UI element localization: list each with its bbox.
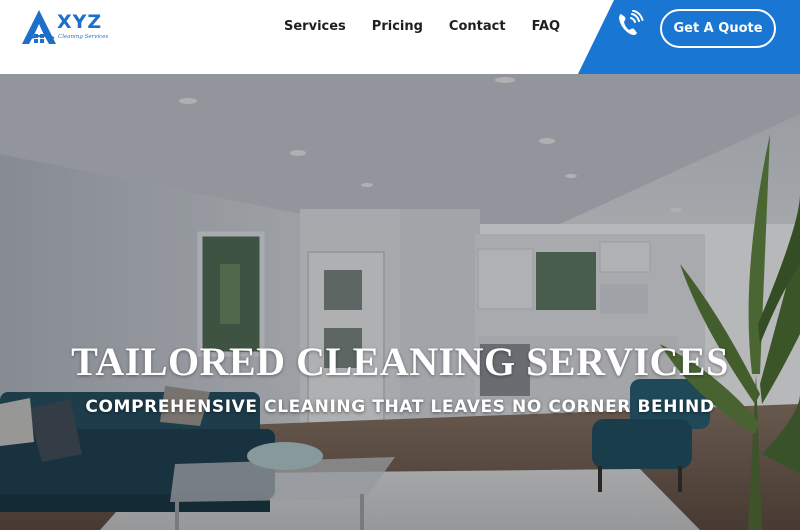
hero-section: TAILORED CLEANING SERVICES COMPREHENSIVE… — [0, 74, 800, 530]
site-header: XYZ Cleaning Services Services Pricing C… — [0, 0, 800, 74]
hero-dim-overlay — [0, 74, 800, 530]
main-nav: Services Pricing Contact FAQ — [270, 17, 560, 37]
brand-tagline: Cleaning Services — [58, 34, 109, 40]
nav-faq[interactable]: FAQ — [532, 17, 561, 37]
hero-title: TAILORED CLEANING SERVICES — [71, 339, 729, 384]
hero-subtitle: COMPREHENSIVE CLEANING THAT LEAVES NO CO… — [85, 397, 715, 417]
get-a-quote-button[interactable]: Get A Quote — [660, 9, 776, 48]
nav-contact[interactable]: Contact — [449, 17, 506, 37]
brand-logo[interactable]: XYZ Cleaning Services — [20, 8, 110, 48]
phone-ringing-icon[interactable] — [616, 9, 646, 38]
nav-services[interactable]: Services — [284, 17, 346, 37]
brand-name: XYZ — [57, 11, 103, 33]
house-logo-icon — [22, 10, 56, 44]
nav-pricing[interactable]: Pricing — [372, 17, 423, 37]
